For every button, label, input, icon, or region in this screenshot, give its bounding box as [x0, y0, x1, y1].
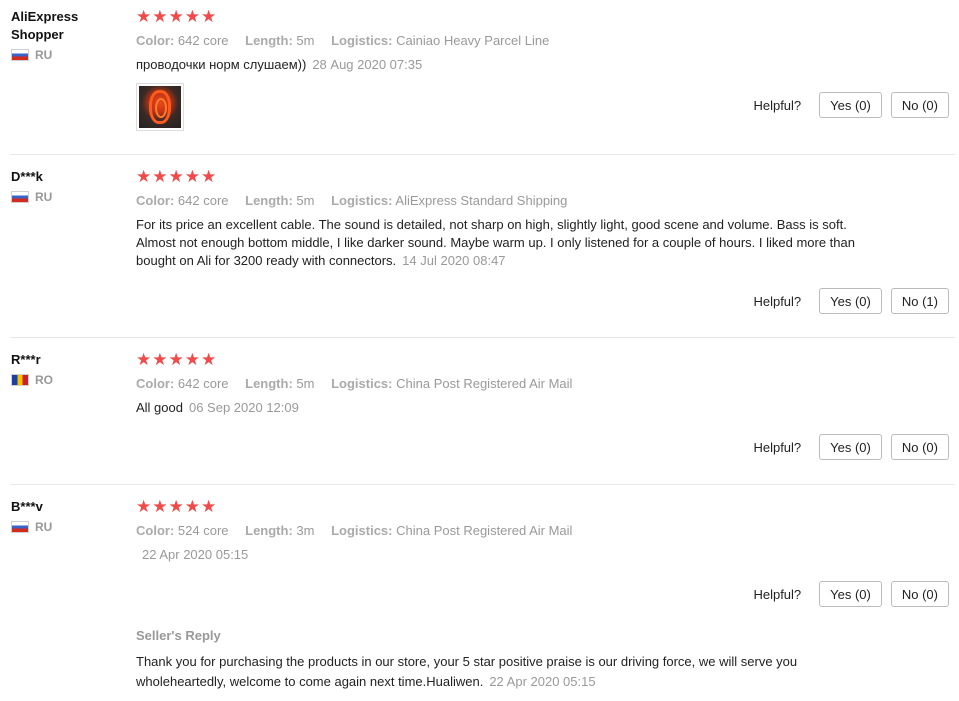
- reviewer-info: R***r RO: [11, 351, 121, 387]
- logistics-label: Logistics:: [331, 523, 393, 538]
- helpful-label: Helpful?: [753, 293, 802, 309]
- color-label: Color:: [136, 523, 175, 538]
- russia-flag-icon: [11, 49, 29, 61]
- color-value: 642 core: [177, 376, 229, 391]
- length-value: 5m: [296, 33, 315, 48]
- helpful-yes-button[interactable]: Yes (0): [819, 288, 882, 314]
- helpful-controls: Helpful? Yes (0) No (0): [753, 581, 949, 607]
- length-label: Length:: [245, 33, 293, 48]
- helpful-no-button[interactable]: No (0): [890, 581, 949, 607]
- product-attributes: Color: 524 core Length: 3m Logistics: Ch…: [136, 522, 856, 540]
- review-date: 28 Aug 2020 07:35: [312, 57, 423, 72]
- logistics-label: Logistics:: [331, 33, 393, 48]
- helpful-label: Helpful?: [753, 586, 802, 602]
- seller-reply: Seller's Reply Thank you for purchasing …: [136, 628, 856, 692]
- helpful-yes-button[interactable]: Yes (0): [819, 581, 882, 607]
- review-content: ★★★★★ Color: 642 core Length: 5m Logisti…: [136, 168, 856, 270]
- color-value: 524 core: [177, 523, 229, 538]
- product-attributes: Color: 642 core Length: 5m Logistics: Ca…: [136, 32, 856, 50]
- helpful-controls: Helpful? Yes (0) No (0): [753, 92, 949, 118]
- helpful-yes-button[interactable]: Yes (0): [819, 92, 882, 118]
- logistics-value: China Post Registered Air Mail: [396, 523, 573, 538]
- helpful-label: Helpful?: [753, 439, 802, 455]
- review-text: For its price an excellent cable. The so…: [136, 216, 856, 270]
- star-rating: ★★★★★: [136, 167, 218, 186]
- review-date: 06 Sep 2020 12:09: [188, 400, 299, 415]
- reviewer-country: RO: [11, 373, 121, 387]
- logistics-label: Logistics:: [331, 376, 393, 391]
- seller-reply-text: Thank you for purchasing the products in…: [136, 652, 856, 692]
- reviewer-info: D***k RU: [11, 168, 121, 204]
- length-value: 5m: [296, 376, 315, 391]
- country-code: RU: [35, 190, 53, 204]
- length-value: 5m: [296, 193, 315, 208]
- country-code: RO: [35, 373, 53, 387]
- review-content: ★★★★★ Color: 642 core Length: 5m Logisti…: [136, 8, 856, 131]
- helpful-no-button[interactable]: No (1): [890, 288, 949, 314]
- review-content: ★★★★★ Color: 524 core Length: 3m Logisti…: [136, 498, 856, 564]
- seller-reply-body: Thank you for purchasing the products in…: [136, 654, 798, 689]
- review-text: All good 06 Sep 2020 12:09: [136, 399, 856, 417]
- helpful-yes-button[interactable]: Yes (0): [819, 434, 882, 460]
- seller-reply-date: 22 Apr 2020 05:15: [489, 674, 596, 689]
- russia-flag-icon: [11, 191, 29, 203]
- reviewer-name: D***k: [11, 169, 43, 184]
- length-label: Length:: [245, 193, 293, 208]
- reviewer-name: R***r: [11, 352, 41, 367]
- logistics-label: Logistics:: [331, 193, 393, 208]
- review-date: 14 Jul 2020 08:47: [402, 253, 506, 268]
- logistics-value: Cainiao Heavy Parcel Line: [396, 33, 550, 48]
- country-code: RU: [35, 520, 53, 534]
- helpful-no-button[interactable]: No (0): [890, 434, 949, 460]
- romania-flag-icon: [11, 374, 29, 386]
- review-photo-thumbnail[interactable]: [136, 83, 184, 131]
- review-body: проводочки норм слушаем)): [136, 57, 307, 72]
- review-divider: [10, 154, 955, 155]
- reviewer-name: B***v: [11, 499, 43, 514]
- seller-reply-title: Seller's Reply: [136, 628, 221, 643]
- color-label: Color:: [136, 376, 175, 391]
- star-rating: ★★★★★: [136, 7, 218, 26]
- helpful-label: Helpful?: [753, 97, 802, 113]
- helpful-controls: Helpful? Yes (0) No (0): [753, 434, 949, 460]
- color-value: 642 core: [177, 193, 229, 208]
- review-content: ★★★★★ Color: 642 core Length: 5m Logisti…: [136, 351, 856, 417]
- color-label: Color:: [136, 193, 175, 208]
- country-code: RU: [35, 48, 53, 62]
- logistics-value: AliExpress Standard Shipping: [395, 193, 568, 208]
- reviewer-country: RU: [11, 190, 121, 204]
- helpful-no-button[interactable]: No (0): [890, 92, 949, 118]
- color-value: 642 core: [177, 33, 229, 48]
- length-value: 3m: [296, 523, 315, 538]
- star-rating: ★★★★★: [136, 497, 218, 516]
- reviewer-info: B***v RU: [11, 498, 121, 534]
- review-divider: [10, 337, 955, 338]
- reviewer-info: AliExpress Shopper RU: [11, 8, 121, 62]
- product-attributes: Color: 642 core Length: 5m Logistics: Ch…: [136, 375, 856, 393]
- review-body: All good: [136, 400, 183, 415]
- russia-flag-icon: [11, 521, 29, 533]
- helpful-controls: Helpful? Yes (0) No (1): [753, 288, 949, 314]
- review-text: проводочки норм слушаем)) 28 Aug 2020 07:…: [136, 56, 856, 74]
- review-divider: [10, 484, 955, 485]
- reviewer-country: RU: [11, 48, 121, 62]
- cable-photo-image: [139, 86, 181, 128]
- review-text: 22 Apr 2020 05:15: [136, 546, 856, 564]
- star-rating: ★★★★★: [136, 350, 218, 369]
- length-label: Length:: [245, 523, 293, 538]
- reviewer-country: RU: [11, 520, 121, 534]
- logistics-value: China Post Registered Air Mail: [396, 376, 573, 391]
- review-date: 22 Apr 2020 05:15: [142, 547, 249, 562]
- length-label: Length:: [245, 376, 293, 391]
- reviewer-name: AliExpress Shopper: [11, 9, 79, 42]
- product-attributes: Color: 642 core Length: 5m Logistics: Al…: [136, 192, 856, 210]
- color-label: Color:: [136, 33, 175, 48]
